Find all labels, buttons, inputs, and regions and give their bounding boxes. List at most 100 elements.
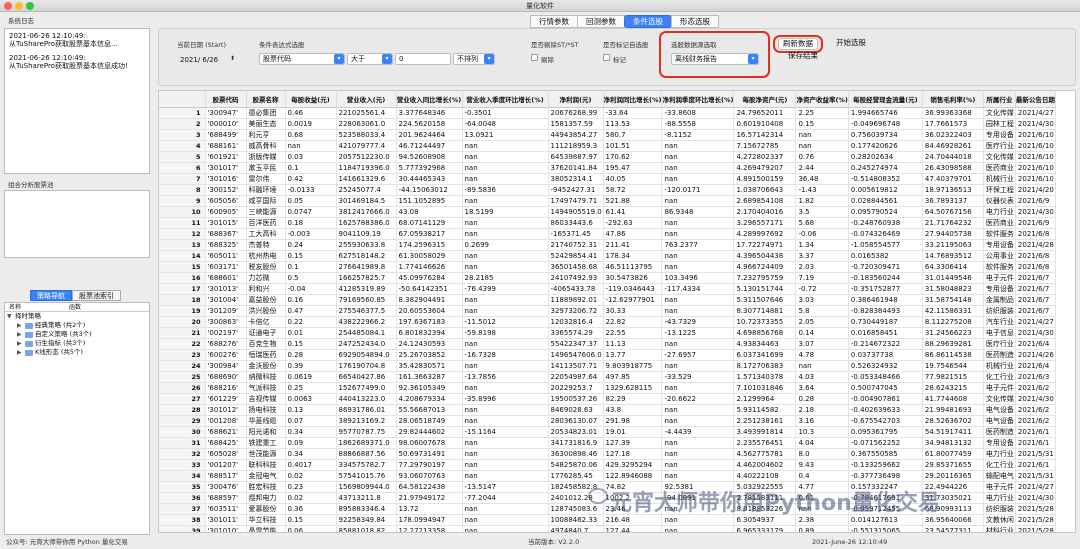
tab-pattern-selection[interactable]: 形态选股 xyxy=(671,15,719,28)
table-row[interactable]: 4'688161' 威高骨科 nan 421079777.4 46.71244497 na… xyxy=(159,140,1056,152)
table-row[interactable]: 6'301017' 漱玉平民 0.1 1184719396.0 5.777392968 n… xyxy=(159,162,1056,174)
table-cell: -119.0346443 xyxy=(603,283,663,295)
tab-strategy-nav[interactable]: 策略导航 xyxy=(30,290,72,301)
chevron-right-icon[interactable]: ▶ xyxy=(17,348,25,357)
table-cell: 50.69731491 xyxy=(396,448,463,460)
minimize-window-icon[interactable] xyxy=(15,2,23,10)
table-cell: -4.4439 xyxy=(661,426,735,438)
column-header[interactable]: 净资产收益率(%) xyxy=(795,91,849,108)
field-select[interactable]: 股票代码 ▾ xyxy=(259,53,345,65)
tab-backtest-params[interactable]: 回测参数 xyxy=(577,15,625,28)
table-cell: '688161' xyxy=(205,140,247,152)
table-row[interactable]: 24'300984' 金沃股份 0.39 176190704.8 35.42830571… xyxy=(159,360,1056,372)
tab-condition-selection[interactable]: 条件选股 xyxy=(624,15,672,28)
tree-node[interactable]: ▶ K线形态 (共5个) xyxy=(5,348,149,357)
close-window-icon[interactable] xyxy=(4,2,12,10)
tab-market-params[interactable]: 行情参数 xyxy=(530,15,578,28)
date-field[interactable]: 2021/ 6/26 xyxy=(177,55,231,67)
table-row[interactable]: 21'002197' 证通电子 0.01 254485084.1 6.801832394… xyxy=(159,327,1056,339)
column-header[interactable]: 营业收入季度环比增长(%) xyxy=(462,91,549,108)
zoom-window-icon[interactable] xyxy=(26,2,34,10)
tab-stock-pool-index[interactable]: 股票池索引 xyxy=(72,290,121,301)
st-checkbox[interactable] xyxy=(531,54,538,61)
table-row[interactable]: 29'001208' 华菱线缆 0.07 389213169.2 28.06518749… xyxy=(159,415,1056,427)
table-row[interactable]: 30'688621' 阳光诺和 0.34 95770787.75 29.82444602… xyxy=(159,426,1056,438)
table-cell: 0.500747045 xyxy=(848,382,923,394)
table-row[interactable]: 15'603171' 税友股份 0.1 276641989.8 1.774146626 n… xyxy=(159,261,1056,273)
table-row[interactable]: 28'301012' 扬电科技 0.13 86931786.01 55.56687013… xyxy=(159,404,1056,416)
table-row[interactable]: 7'301016' 雷尔伟 0.42 141661329.6 30.44465343 na… xyxy=(159,173,1056,185)
table-row[interactable]: 33'001207' 联科科技 0.4017 334575782.7 77.297901… xyxy=(159,459,1056,471)
operator-select[interactable]: 大于 ▾ xyxy=(347,53,393,65)
table-row[interactable]: 10'600905' 三峡能源 0.0747 3812417666.0 43.08 18.… xyxy=(159,206,1056,218)
table-row[interactable]: 32'605028' 世茂能源 0.34 88866887.56 50.69731491… xyxy=(159,448,1056,460)
tree-node[interactable]: ▶ 自定义策略 (共3个) xyxy=(5,330,149,339)
table-row[interactable]: 39'301010' 晶雪节能 0.06 85881018.82 12.27213358… xyxy=(159,525,1056,532)
table-row[interactable]: 22'688276' 百克生物 0.15 247252434.0 24.12430593… xyxy=(159,338,1056,350)
table-row[interactable]: 11'301015' 百洋医药 0.18 1625788386.0 68.0714112… xyxy=(159,217,1056,229)
table-row[interactable]: 27'601229' 吉视传媒 0.0063 440413223.0 4.2086793… xyxy=(159,393,1056,405)
table-cell: 17.7661573 xyxy=(922,118,984,130)
chevron-down-icon[interactable]: ▼ xyxy=(7,312,15,321)
table-cell: 54.51917411 xyxy=(922,426,984,438)
table-cell: 漱玉平民 xyxy=(246,162,286,174)
chevron-right-icon[interactable]: ▶ xyxy=(17,330,25,339)
table-row[interactable]: 8'300152' 科融环境 -0.0133 25245077.4 -44.150630… xyxy=(159,184,1056,196)
table-row[interactable]: 3'688499' 利元亨 0.68 523588033.4 201.9624464 13… xyxy=(159,129,1056,141)
portfolio-pool-box[interactable] xyxy=(4,190,150,258)
chevron-right-icon[interactable]: ▶ xyxy=(17,321,25,330)
column-header[interactable]: 每股经营现金流量(元) xyxy=(848,91,923,108)
table-row[interactable]: 2'000010' 美丽生态 0.0019 228063061.0 224.562015… xyxy=(159,118,1056,130)
column-header[interactable]: 股票代码 xyxy=(205,91,247,108)
table-row[interactable]: 20'300863' 卡倍亿 0.22 438222966.2 197.6367183-… xyxy=(159,316,1056,328)
table-row[interactable]: 1'300947' 德必集团 0.46 221025561.4 3.377648346-… xyxy=(159,107,1056,119)
results-table: 股票代码 股票名称 每股收益(元) 营业收入(元) 营业收入同比增长(%) 营业收入季度环… xyxy=(159,91,1056,532)
table-cell: nan xyxy=(462,525,549,532)
mark-checkbox[interactable] xyxy=(603,54,610,61)
table-row[interactable]: 17'301013' 利和兴 -0.04 41285319.89 -50.6414235… xyxy=(159,283,1056,295)
column-header[interactable]: 所属行业 xyxy=(983,91,1016,108)
column-header[interactable]: 销售毛利率(%) xyxy=(922,91,984,108)
table-row[interactable]: 16'688601' 力芯微 0.5 166257825.7 45.09976284 28… xyxy=(159,272,1056,284)
column-header[interactable]: 净利润季度环比增长(%) xyxy=(661,91,735,108)
column-header[interactable]: 营业收入同比增长(%) xyxy=(396,91,463,108)
table-cell: 2021/6/7 xyxy=(1015,283,1056,295)
save-results-button[interactable]: 保存结果 xyxy=(781,51,825,63)
table-cell: 36.7893137 xyxy=(922,195,984,207)
table-row[interactable]: 5'601921' 浙版传媒 0.03 2057512230.0 94.52608908… xyxy=(159,151,1056,163)
refresh-data-button[interactable]: 刷新数据 xyxy=(778,38,818,50)
table-cell: 1329.628115 xyxy=(603,382,663,394)
table-row[interactable]: 19'301209' 洪兴股份 0.47 275546377.5 20.60553604… xyxy=(159,305,1056,317)
column-header[interactable]: 股票名称 xyxy=(246,91,286,108)
table-row[interactable]: 9'605056' 咸亨国际 0.05 301469184.5 151.1052895 n… xyxy=(159,195,1056,207)
start-selection-button[interactable]: 开始选股 xyxy=(829,38,873,50)
table-row[interactable]: 31'688425' 铁建重工 0.09 1862689371.0 98.0600767… xyxy=(159,437,1056,449)
column-header[interactable]: 净利润(元) xyxy=(548,91,604,108)
table-row[interactable]: 13'688325' 杰普特 0.24 255930633.8 174.2596315 0… xyxy=(159,239,1056,251)
column-header[interactable]: 每股收益(元) xyxy=(285,91,337,108)
table-cell: 0.05 xyxy=(285,195,337,207)
chevron-right-icon[interactable]: ▶ xyxy=(17,339,25,348)
source-select[interactable]: 离线财务报告 ▾ xyxy=(671,53,759,65)
table-cell: 1625788386.0 xyxy=(336,217,397,229)
column-header[interactable]: 每股净资产(元) xyxy=(733,91,797,108)
sort-select[interactable]: 不排列 ▾ xyxy=(453,53,495,65)
value-input[interactable]: 0 xyxy=(395,53,451,65)
table-row[interactable]: 18'301004' 嘉益股份 0.16 79169560.85 8.382904491… xyxy=(159,294,1056,306)
column-header[interactable]: 净利润同比增长(%) xyxy=(603,91,663,108)
table-row[interactable]: 12'688367' 工大高科 -0.003 9041109.19 67.0593821… xyxy=(159,228,1056,240)
table-cell: nan xyxy=(462,162,549,174)
column-header[interactable]: 最新公告日期 xyxy=(1015,91,1056,108)
table-row[interactable]: 14'605011' 杭州热电 0.15 627518148.2 61.30058029… xyxy=(159,250,1056,262)
column-header[interactable] xyxy=(159,91,206,108)
table-row[interactable]: 26'688216' 气派科技 0.25 152677499.0 92.36105349… xyxy=(159,382,1056,394)
tree-node[interactable]: ▼ 择时策略 xyxy=(5,312,149,321)
table-cell: -0.074326469 xyxy=(848,228,923,240)
tree-node[interactable]: ▶ 经典策略 (共2个) xyxy=(5,321,149,330)
table-row[interactable]: 23'600276' 恒瑞医药 0.28 6929054894.0 25.2670385… xyxy=(159,349,1056,361)
tree-node[interactable]: ▶ 衍生指标 (共3个) xyxy=(5,339,149,348)
column-header[interactable]: 营业收入(元) xyxy=(336,91,397,108)
table-row[interactable]: 25'688690' 纳微科技 0.0619 66540427.86 161.36632… xyxy=(159,371,1056,383)
date-stepper-icon[interactable]: ⬍ xyxy=(230,55,235,62)
table-row[interactable]: 34'688517' 金冠电气 0.02 57541015.76 93.06070763… xyxy=(159,470,1056,482)
